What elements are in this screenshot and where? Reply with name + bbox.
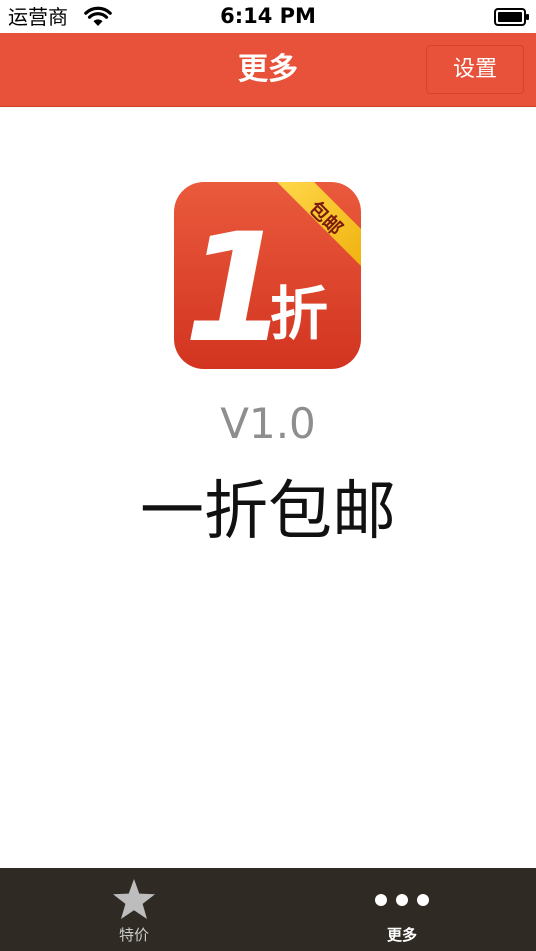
app-screen: 运营商 6:14 PM 更多 设置 包邮 1 折 V1.0 一折包邮 特价 更多	[0, 0, 536, 951]
tab-sale[interactable]: 特价	[0, 868, 268, 951]
battery-icon	[494, 8, 529, 26]
status-bar: 运营商 6:14 PM	[0, 0, 536, 33]
tab-bar: 特价 更多	[0, 868, 536, 951]
app-logo-icon: 包邮 1 折	[174, 182, 361, 369]
app-name: 一折包邮	[140, 475, 396, 549]
status-time: 6:14 PM	[220, 4, 316, 28]
more-dots-icon	[375, 894, 429, 906]
star-icon	[113, 879, 155, 919]
settings-button[interactable]: 设置	[426, 45, 524, 94]
tab-more-label: 更多	[386, 926, 417, 944]
logo-sub-text: 折	[270, 280, 328, 348]
version-label: V1.0	[220, 399, 316, 448]
navigation-bar: 更多 设置	[0, 33, 536, 107]
tab-sale-label: 特价	[118, 926, 149, 944]
tab-more[interactable]: 更多	[268, 868, 536, 951]
